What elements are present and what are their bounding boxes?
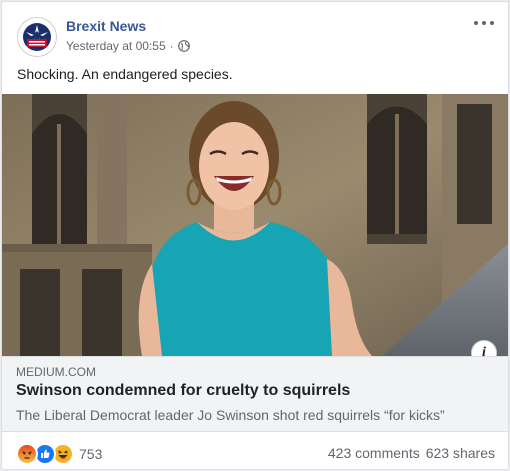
post-text: Shocking. An endangered species. [17,66,233,82]
page-avatar[interactable] [17,17,57,57]
post-timestamp[interactable]: Yesterday at 00:55 [66,39,166,53]
post-meta: Yesterday at 00:55 · [66,39,190,53]
comments-count-link[interactable]: 423 comments [328,445,420,461]
more-options-icon[interactable] [474,16,494,30]
brexit-news-logo [19,19,55,55]
angry-icon [16,443,38,465]
page-name-link[interactable]: Brexit News [66,18,146,34]
engagement-counts: 423 comments 623 shares [328,445,495,461]
link-headline[interactable]: Swinson condemned for cruelty to squirre… [16,382,350,400]
post-footer: 753 423 comments 623 shares [2,432,508,469]
shares-count-link[interactable]: 623 shares [426,445,495,461]
reaction-count: 753 [79,446,103,462]
meta-separator: · [169,39,174,53]
link-preview[interactable]: MEDIUM.COM Swinson condemned for cruelty… [2,356,508,432]
article-image[interactable] [2,94,508,356]
globe-icon[interactable] [177,40,190,52]
article-photo [2,94,508,356]
reactions-summary[interactable]: 753 [16,443,102,465]
link-description: The Liberal Democrat leader Jo Swinson s… [16,407,445,423]
link-domain: MEDIUM.COM [16,365,96,379]
post-card: Brexit News Yesterday at 00:55 · Shockin… [1,1,509,470]
